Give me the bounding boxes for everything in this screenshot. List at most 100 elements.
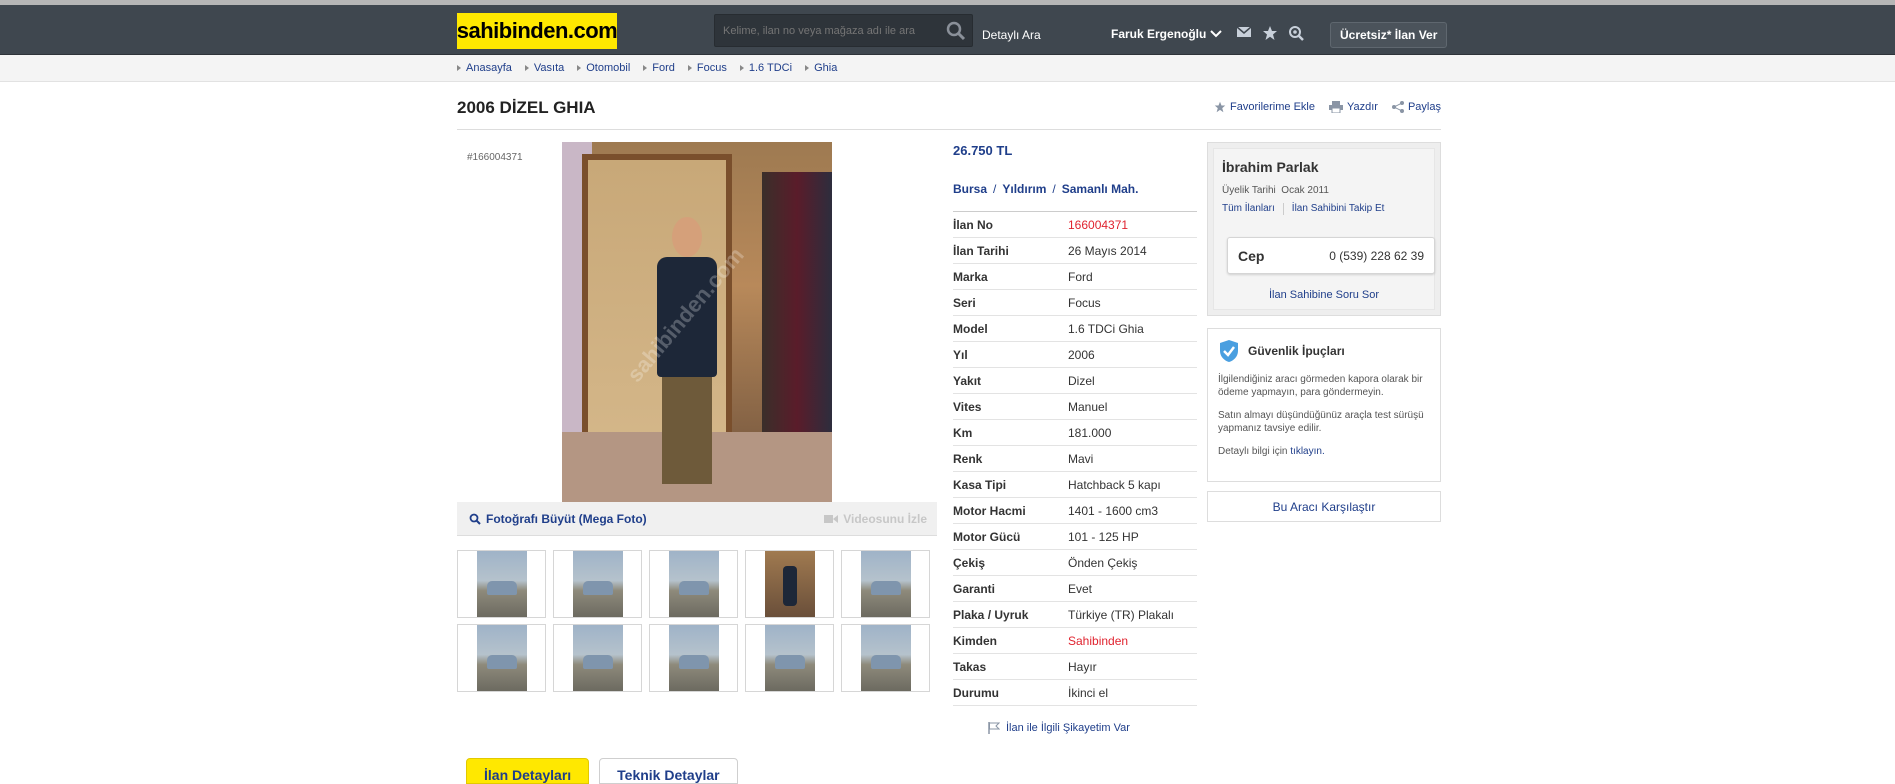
favorite-label: Favorilerime Ekle xyxy=(1230,101,1315,113)
detail-key: Seri xyxy=(953,295,976,310)
listing-title-bar: 2006 DİZEL GHIA Favorilerime Ekle Yazdır… xyxy=(457,98,1441,130)
chevron-down-icon xyxy=(1210,27,1223,41)
page-title: 2006 DİZEL GHIA xyxy=(457,98,596,117)
detail-value: Evet xyxy=(1068,581,1093,596)
detail-value: Focus xyxy=(1068,295,1101,310)
breadcrumb-item[interactable]: Focus xyxy=(688,62,727,74)
detail-row: Durumu İkinci el xyxy=(953,680,1197,706)
photo-thumbnail[interactable] xyxy=(745,624,834,692)
share-button[interactable]: Paylaş xyxy=(1391,101,1441,113)
location-city[interactable]: Bursa xyxy=(953,182,987,196)
star-icon[interactable] xyxy=(1262,25,1278,44)
report-listing-label: İlan ile İlgili Şikayetim Var xyxy=(1006,722,1130,734)
favorite-button[interactable]: Favorilerime Ekle xyxy=(1214,101,1315,113)
site-logo[interactable]: sahibinden.com xyxy=(457,13,618,49)
main-photo[interactable]: sahibinden.com xyxy=(562,142,832,502)
detail-key: Yıl xyxy=(953,347,968,362)
detail-key: Vites xyxy=(953,399,982,414)
detail-row: Yıl 2006 xyxy=(953,342,1197,368)
seller-name: İbrahim Parlak xyxy=(1222,159,1319,175)
post-ad-button[interactable]: Ücretsiz* İlan Ver xyxy=(1330,22,1448,48)
phone-box[interactable]: Cep 0 (539) 228 62 39 xyxy=(1227,237,1435,274)
user-menu[interactable]: Faruk Ergenoğlu xyxy=(1111,27,1223,41)
detail-value: Sahibinden xyxy=(1068,633,1129,648)
search-input[interactable] xyxy=(715,15,935,46)
photo-thumbnail[interactable] xyxy=(841,550,930,618)
breadcrumb-item[interactable]: Anasayfa xyxy=(457,62,512,74)
ask-seller-link[interactable]: İlan Sahibine Soru Sor xyxy=(1214,289,1434,301)
print-button[interactable]: Yazdır xyxy=(1328,101,1378,113)
photo-thumbnail[interactable] xyxy=(745,550,834,618)
breadcrumb-item[interactable]: Ford xyxy=(643,62,675,74)
search-box xyxy=(714,14,973,47)
detail-value: 181.000 xyxy=(1068,425,1112,440)
tab-listing-details[interactable]: İlan Detayları xyxy=(466,758,590,784)
detail-value: Manuel xyxy=(1068,399,1108,414)
detail-row: Seri Focus xyxy=(953,290,1197,316)
safety-more: Detaylı bilgi için tıklayın. xyxy=(1218,446,1325,457)
star-icon xyxy=(1214,101,1226,113)
report-listing-link[interactable]: İlan ile İlgili Şikayetim Var xyxy=(988,722,1130,734)
saved-search-icon[interactable] xyxy=(1288,25,1304,44)
detail-key: Km xyxy=(953,425,973,440)
detail-value: 166004371 xyxy=(1068,217,1129,232)
photo-thumbnail[interactable] xyxy=(649,550,738,618)
breadcrumb-item[interactable]: Vasıta xyxy=(525,62,564,74)
mail-icon[interactable] xyxy=(1236,25,1252,44)
detail-key: Motor Gücü xyxy=(953,529,1021,544)
listing-actions: Favorilerime Ekle Yazdır Paylaş xyxy=(1214,101,1441,113)
photo-thumbnail[interactable] xyxy=(457,624,546,692)
detail-key: Model xyxy=(953,321,988,336)
detail-key: Takas xyxy=(953,659,987,674)
tab-technical-details[interactable]: Teknik Detaylar xyxy=(599,758,738,784)
detail-tabs: İlan Detayları Teknik Detaylar xyxy=(466,758,738,784)
detail-row: İlan Tarihi 26 Mayıs 2014 xyxy=(953,238,1197,264)
detail-value: Hatchback 5 kapı xyxy=(1068,477,1161,492)
detail-row: İlan No 166004371 xyxy=(953,212,1197,238)
detail-row: Km 181.000 xyxy=(953,420,1197,446)
detail-key: Marka xyxy=(953,269,988,284)
video-camera-icon xyxy=(824,515,839,523)
detail-key: İlan No xyxy=(953,217,994,232)
detail-key: Yakıt xyxy=(953,373,982,388)
listing-price: 26.750 TL xyxy=(953,143,1013,158)
photo-thumbnail[interactable] xyxy=(553,550,642,618)
detail-key: Durumu xyxy=(953,685,999,700)
watch-video-link: Videosunu İzle xyxy=(824,512,927,526)
listing-id-label: #166004371 xyxy=(467,152,523,163)
location-district[interactable]: Yıldırım xyxy=(1002,182,1046,196)
header-icons xyxy=(1236,25,1304,44)
all-ads-link[interactable]: Tüm İlanları xyxy=(1222,203,1275,215)
safety-tip: İlgilendiğiniz aracı görmeden kapora ola… xyxy=(1218,374,1423,398)
photo-thumbnail[interactable] xyxy=(841,624,930,692)
photo-thumbnail[interactable] xyxy=(649,624,738,692)
detail-row: Yakıt Dizel xyxy=(953,368,1197,394)
safety-more-link[interactable]: tıklayın. xyxy=(1290,446,1324,457)
location-neighborhood[interactable]: Samanlı Mah. xyxy=(1062,182,1139,196)
detailed-search-link[interactable]: Detaylı Ara xyxy=(982,28,1041,42)
shield-icon xyxy=(1220,340,1238,362)
listing-location: Bursa / Yıldırım / Samanlı Mah. xyxy=(953,182,1139,196)
detail-key: Çekiş xyxy=(953,555,986,570)
detail-value: Önden Çekiş xyxy=(1068,555,1138,570)
breadcrumb-item[interactable]: Ghia xyxy=(805,62,837,74)
photo-thumbnail[interactable] xyxy=(457,550,546,618)
breadcrumb-item[interactable]: 1.6 TDCi xyxy=(740,62,792,74)
detail-value: Dizel xyxy=(1068,373,1095,388)
zoom-photo-label: Fotoğrafı Büyüt (Mega Foto) xyxy=(486,512,647,526)
site-header: sahibinden.com Detaylı Ara Faruk Ergenoğ… xyxy=(0,5,1895,55)
zoom-photo-link[interactable]: Fotoğrafı Büyüt (Mega Foto) xyxy=(469,512,647,526)
search-icon[interactable] xyxy=(946,21,966,44)
detail-key: Motor Hacmi xyxy=(953,503,1026,518)
detail-row: Marka Ford xyxy=(953,264,1197,290)
photo-thumbnail[interactable] xyxy=(553,624,642,692)
compare-button[interactable]: Bu Aracı Karşılaştır xyxy=(1207,491,1441,522)
breadcrumb-item[interactable]: Otomobil xyxy=(577,62,630,74)
follow-seller-link[interactable]: İlan Sahibini Takip Et xyxy=(1292,203,1385,215)
detail-row: Renk Mavi xyxy=(953,446,1197,472)
detail-row: Motor Hacmi 1401 - 1600 cm3 xyxy=(953,498,1197,524)
detail-row: Takas Hayır xyxy=(953,654,1197,680)
detail-value: 1.6 TDCi Ghia xyxy=(1068,321,1144,336)
magnifier-icon xyxy=(469,513,481,525)
detail-row: Plaka / Uyruk Türkiye (TR) Plakalı xyxy=(953,602,1197,628)
